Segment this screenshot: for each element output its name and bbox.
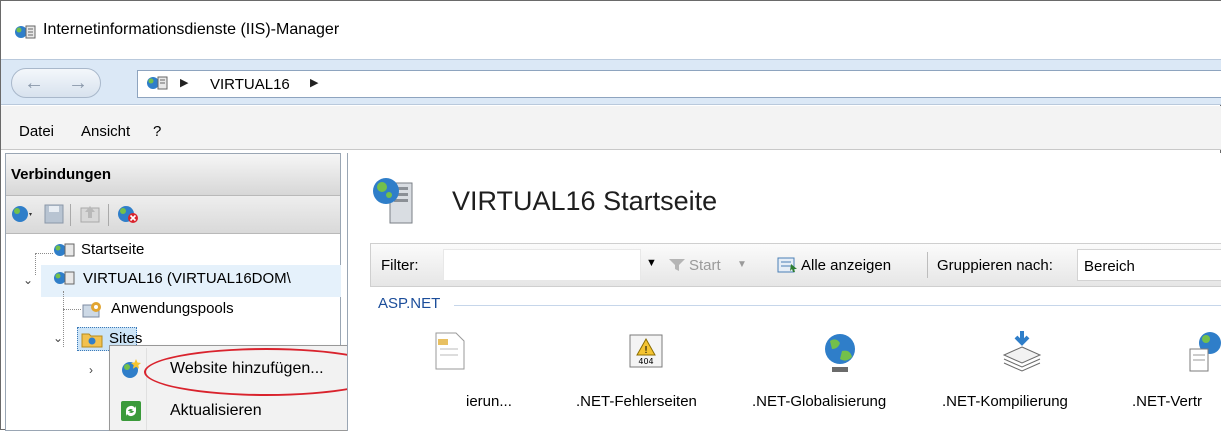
tree-connector [35, 253, 36, 275]
breadcrumb-separator-icon[interactable]: ▶ [180, 76, 188, 89]
tree-connector [63, 291, 64, 347]
connections-toolbar [6, 196, 340, 234]
disconnect-icon[interactable] [116, 203, 140, 225]
refresh-icon [121, 401, 141, 421]
tree-item-startseite[interactable]: Startseite [53, 239, 253, 263]
group-by-label: Gruppieren nach: [937, 257, 1053, 274]
menu-item-help[interactable]: ? [153, 123, 161, 140]
feature-label: ierun... [466, 393, 512, 410]
filter-dropdown-icon[interactable]: ▼ [646, 257, 657, 269]
globe-add-icon [122, 359, 141, 378]
up-level-icon[interactable] [78, 203, 102, 225]
breadcrumb[interactable]: ▶ VIRTUAL16 ▶ [137, 70, 1221, 98]
window-title: Internetinformationsdienste (IIS)-Manage… [43, 21, 340, 38]
iis-server-icon [54, 271, 75, 285]
iis-server-large-icon [373, 178, 413, 224]
nav-buttons: ← → [11, 68, 101, 98]
iis-manager-window: Internetinformationsdienste (IIS)-Manage… [0, 0, 1221, 431]
group-by-select[interactable]: Bereich [1077, 249, 1221, 281]
breadcrumb-separator-icon[interactable]: ▶ [310, 76, 318, 89]
stack-compile-icon [1002, 331, 1042, 372]
filter-bar: Filter: ▼ Start ▼ Alle anzeigen Gruppier… [370, 243, 1221, 287]
filter-separator [927, 252, 928, 278]
feature-label: .NET-Fehlerseiten [576, 393, 697, 410]
back-arrow-icon[interactable]: ← [24, 72, 44, 95]
tree-item-label: Anwendungspools [111, 300, 234, 317]
save-icon[interactable] [42, 203, 66, 225]
sites-folder-icon [81, 333, 103, 348]
start-dropdown-icon[interactable]: ▼ [737, 259, 747, 270]
funnel-icon [669, 259, 685, 271]
show-all-icon[interactable] [777, 255, 799, 275]
menu-bar: Datei Ansicht ? [1, 106, 1221, 150]
expand-chevron-icon[interactable]: › [89, 363, 93, 377]
globe-icon [825, 334, 855, 372]
menu-item-ansicht[interactable]: Ansicht [81, 123, 130, 140]
tree-connector [63, 309, 81, 310]
iis-server-icon [54, 243, 75, 257]
forward-arrow-icon[interactable]: → [68, 72, 88, 95]
connections-header: Verbindungen [6, 154, 340, 196]
trust-icon [1189, 332, 1221, 372]
group-header: ASP.NET [378, 295, 441, 312]
iis-server-icon [15, 25, 36, 39]
svg-text:!: ! [644, 345, 648, 356]
page-title: VIRTUAL16 Startseite [452, 186, 718, 216]
toolbar-separator [108, 204, 109, 226]
feature-label: .NET-Vertr [1132, 393, 1203, 410]
show-all-button[interactable]: Alle anzeigen [801, 257, 891, 274]
collapse-chevron-icon[interactable]: ⌄ [23, 273, 33, 287]
svg-text:404: 404 [638, 357, 653, 366]
toolbar-separator [70, 204, 71, 226]
tree-item-apppools[interactable]: Anwendungspools [81, 297, 331, 321]
asp-net-document-icon [435, 332, 465, 370]
connect-icon[interactable] [10, 203, 34, 225]
breadcrumb-item[interactable]: VIRTUAL16 [210, 76, 290, 93]
tree-item-label: Startseite [81, 241, 145, 258]
feature-label: .NET-Globalisierung [752, 393, 887, 410]
filter-label: Filter: [381, 257, 419, 274]
filter-input[interactable] [443, 249, 641, 281]
iis-server-icon [147, 76, 168, 90]
feature-label: .NET-Kompilierung [942, 393, 1068, 410]
application-pool-icon [82, 302, 101, 318]
tree-item-label: VIRTUAL16 (VIRTUAL16DOM\ [83, 270, 291, 287]
title-bar: Internetinformationsdienste (IIS)-Manage… [1, 1, 1221, 59]
tree-connector [35, 253, 53, 254]
error-404-icon: ! 404 [629, 334, 663, 368]
group-divider [454, 305, 1221, 306]
tree-item-server[interactable]: VIRTUAL16 (VIRTUAL16DOM\ [53, 267, 343, 291]
main-content-pane: VIRTUAL16 Startseite Filter: ▼ Start ▼ A… [347, 153, 1221, 431]
menu-item-datei[interactable]: Datei [19, 123, 54, 140]
collapse-chevron-icon[interactable]: ⌄ [53, 331, 63, 345]
address-bar: ← → ▶ VIRTUAL16 ▶ [1, 59, 1221, 105]
